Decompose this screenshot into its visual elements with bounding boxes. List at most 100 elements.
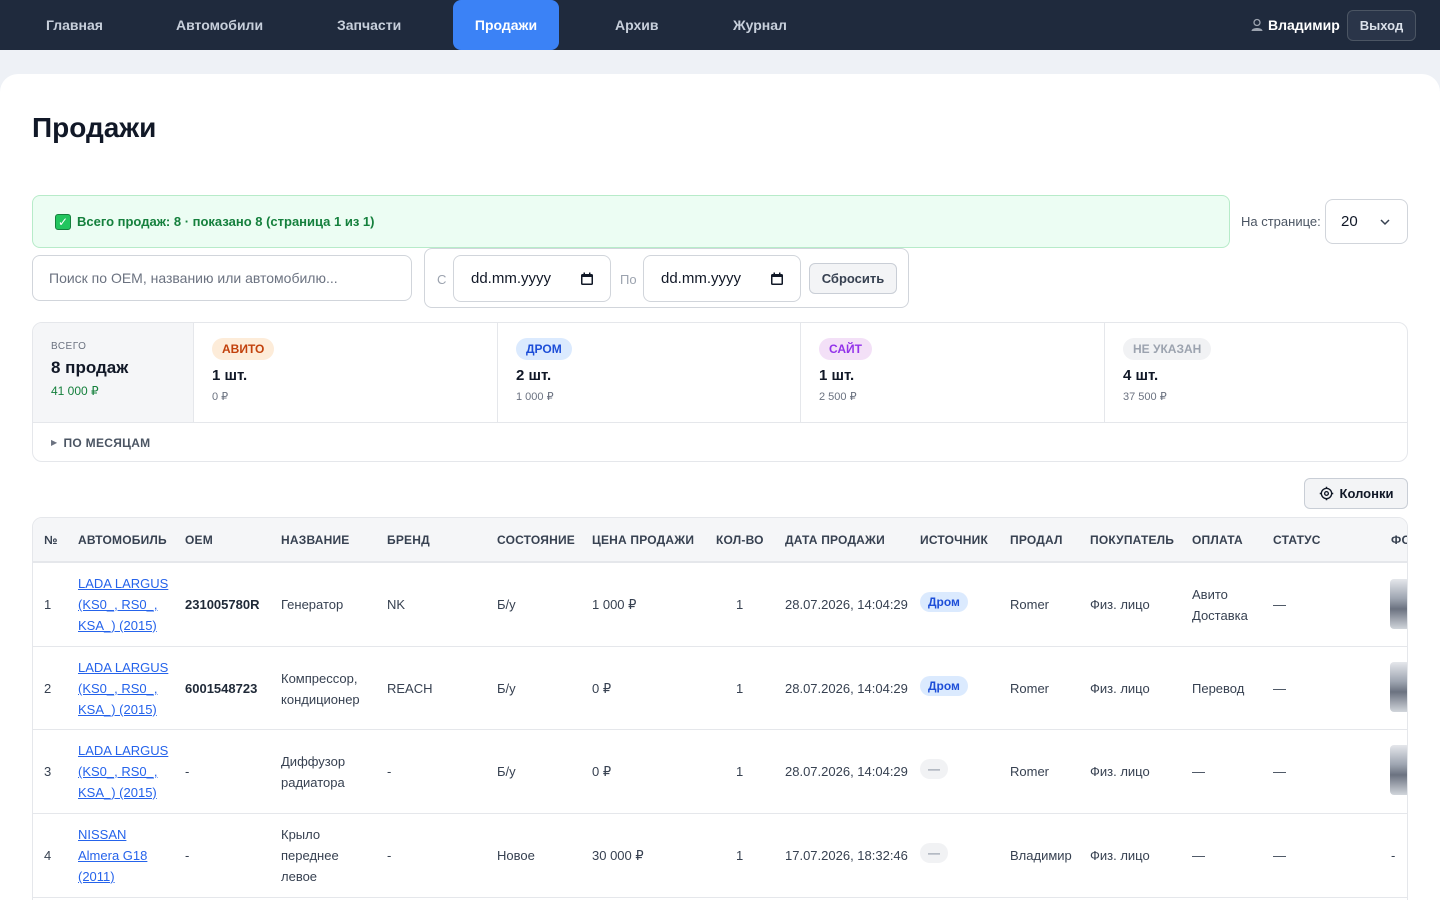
photo-thumbnail[interactable] <box>1390 579 1407 629</box>
col-header-price[interactable]: ЦЕНА ПРОДАЖИ <box>592 533 694 547</box>
source-badge: — <box>920 843 948 863</box>
date-range-filter: С dd.mm.yyyy По dd.mm.yyyy Сбросить <box>424 248 909 308</box>
photo-thumbnail[interactable] <box>1390 745 1407 795</box>
chevron-down-icon <box>1380 219 1390 226</box>
cell-condition: Б/у <box>497 764 516 779</box>
logout-button[interactable]: Выход <box>1347 10 1416 41</box>
stat-total-sum: 41 000 ₽ <box>51 384 99 398</box>
cell-date: 17.07.2026, 18:32:46 <box>785 848 908 863</box>
date-to-input[interactable]: dd.mm.yyyy <box>643 255 801 302</box>
cell-qty: 1 <box>736 764 744 779</box>
cell-number: 4 <box>44 848 52 863</box>
cell-price: 0 ₽ <box>592 764 612 779</box>
cell-brand: - <box>387 848 392 863</box>
col-header-buyer[interactable]: ПОКУПАТЕЛЬ <box>1090 533 1174 547</box>
col-header-date[interactable]: ДАТА ПРОДАЖИ <box>785 533 885 547</box>
date-from-label: С <box>437 272 447 287</box>
cell-number: 1 <box>44 597 52 612</box>
nav-item-archive[interactable]: Архив <box>615 0 658 50</box>
source-badge: — <box>920 759 948 779</box>
col-header-car[interactable]: АВТОМОБИЛЬ <box>78 533 167 547</box>
search-input[interactable] <box>32 255 412 301</box>
table-header: № АВТОМОБИЛЬ OEM НАЗВАНИЕ БРЕНД СОСТОЯНИ… <box>33 518 1407 563</box>
date-from-input[interactable]: dd.mm.yyyy <box>453 255 611 302</box>
cell-car-link[interactable]: LADA LARGUS (KS0_, RS0_, KSA_) (2015) <box>78 740 168 803</box>
nav-item-home[interactable]: Главная <box>46 0 103 50</box>
cell-status: — <box>1273 681 1286 696</box>
cell-buyer: Физ. лицо <box>1090 597 1150 612</box>
table-row[interactable]: 3 LADA LARGUS (KS0_, RS0_, KSA_) (2015) - … <box>33 730 1407 814</box>
page-title: Продажи <box>32 112 157 143</box>
col-header-brand[interactable]: БРЕНД <box>387 533 430 547</box>
nav-item-sales[interactable]: Продажи <box>453 0 559 50</box>
stat-source-avito: АВИТО 1 шт. 0 ₽ <box>194 323 498 422</box>
columns-label: Колонки <box>1339 486 1394 501</box>
cell-payment: — <box>1192 764 1205 779</box>
calendar-icon[interactable] <box>770 272 784 286</box>
cell-qty: 1 <box>736 848 744 863</box>
table-row[interactable]: 1 LADA LARGUS (KS0_, RS0_, KSA_) (2015) 23… <box>33 563 1407 647</box>
reset-button[interactable]: Сбросить <box>809 263 897 294</box>
cell-condition: Б/у <box>497 681 516 696</box>
by-months-toggle[interactable]: ▶ ПО МЕСЯЦАМ <box>33 422 1407 461</box>
nav-item-cars[interactable]: Автомобили <box>176 0 263 50</box>
cell-number: 3 <box>44 764 52 779</box>
table-row[interactable]: 2 LADA LARGUS (KS0_, RS0_, KSA_) (2015) 60… <box>33 647 1407 730</box>
col-header-qty[interactable]: КОЛ-ВО <box>716 533 764 547</box>
cell-car-link[interactable]: LADA LARGUS (KS0_, RS0_, KSA_) (2015) <box>78 573 168 636</box>
cell-condition: Новое <box>497 848 535 863</box>
checkmark-icon: ✓ <box>55 213 71 230</box>
gear-icon <box>1319 486 1333 501</box>
col-header-status[interactable]: СТАТУС <box>1273 533 1321 547</box>
source-badge: Дром <box>920 592 968 612</box>
cell-status: — <box>1273 764 1286 779</box>
table-row[interactable]: 4 NISSAN Almera G18 (2011) - Крыло переднее… <box>33 814 1407 898</box>
stat-count: 4 шт. <box>1123 367 1159 384</box>
col-header-name[interactable]: НАЗВАНИЕ <box>281 533 349 547</box>
stat-sum: 2 500 ₽ <box>819 391 857 403</box>
triangle-right-icon: ▶ <box>51 438 58 447</box>
stat-sum: 37 500 ₽ <box>1123 391 1167 403</box>
stat-sum: 1 000 ₽ <box>516 391 554 403</box>
summary-text: Всего продаж: 8 · показано 8 (страница 1… <box>77 214 375 229</box>
cell-brand: REACH <box>387 681 433 696</box>
top-navbar: Главная Автомобили Запчасти Продажи Архи… <box>0 0 1440 50</box>
per-page-select[interactable]: 20 <box>1325 199 1408 244</box>
stat-count: 1 шт. <box>819 367 855 384</box>
date-from-value: dd.mm.yyyy <box>471 270 552 287</box>
stat-source-drom: ДРОМ 2 шт. 1 000 ₽ <box>498 323 801 422</box>
col-header-oem[interactable]: OEM <box>185 533 213 547</box>
source-badge: САЙТ <box>819 338 872 360</box>
cell-seller: Владимир <box>1010 848 1072 863</box>
sales-table: № АВТОМОБИЛЬ OEM НАЗВАНИЕ БРЕНД СОСТОЯНИ… <box>32 517 1408 900</box>
col-header-seller[interactable]: ПРОДАЛ <box>1010 533 1063 547</box>
photo-thumbnail[interactable] <box>1390 662 1407 712</box>
columns-button[interactable]: Колонки <box>1304 478 1408 509</box>
by-months-label: ПО МЕСЯЦАМ <box>63 435 151 450</box>
date-to-value: dd.mm.yyyy <box>661 270 742 287</box>
cell-oem: 231005780R <box>185 597 260 612</box>
col-header-payment[interactable]: ОПЛАТА <box>1192 533 1243 547</box>
cell-car-link[interactable]: LADA LARGUS (KS0_, RS0_, KSA_) (2015) <box>78 657 168 720</box>
stat-total: ВСЕГО 8 продаж 41 000 ₽ <box>33 323 194 422</box>
col-header-condition[interactable]: СОСТОЯНИЕ <box>497 533 575 547</box>
nav-item-parts[interactable]: Запчасти <box>337 0 401 50</box>
cell-date: 28.07.2026, 14:04:29 <box>785 597 908 612</box>
cell-oem: - <box>185 848 190 863</box>
user-menu[interactable]: Владимир <box>1250 16 1340 34</box>
cell-qty: 1 <box>736 597 744 612</box>
col-header-number[interactable]: № <box>44 533 58 547</box>
cell-date: 28.07.2026, 14:04:29 <box>785 681 908 696</box>
col-header-source[interactable]: ИСТОЧНИК <box>920 533 988 547</box>
calendar-icon[interactable] <box>580 272 594 286</box>
cell-date: 28.07.2026, 14:04:29 <box>785 764 908 779</box>
cell-seller: Romer <box>1010 681 1050 696</box>
cell-status: — <box>1273 848 1286 863</box>
cell-buyer: Физ. лицо <box>1090 681 1150 696</box>
cell-status: — <box>1273 597 1286 612</box>
col-header-photo[interactable]: ФО <box>1391 533 1407 547</box>
cell-car-link[interactable]: NISSAN Almera G18 (2011) <box>78 824 147 887</box>
nav-item-journal[interactable]: Журнал <box>733 0 787 50</box>
cell-condition: Б/у <box>497 597 516 612</box>
stat-total-count: 8 продаж <box>51 358 129 377</box>
